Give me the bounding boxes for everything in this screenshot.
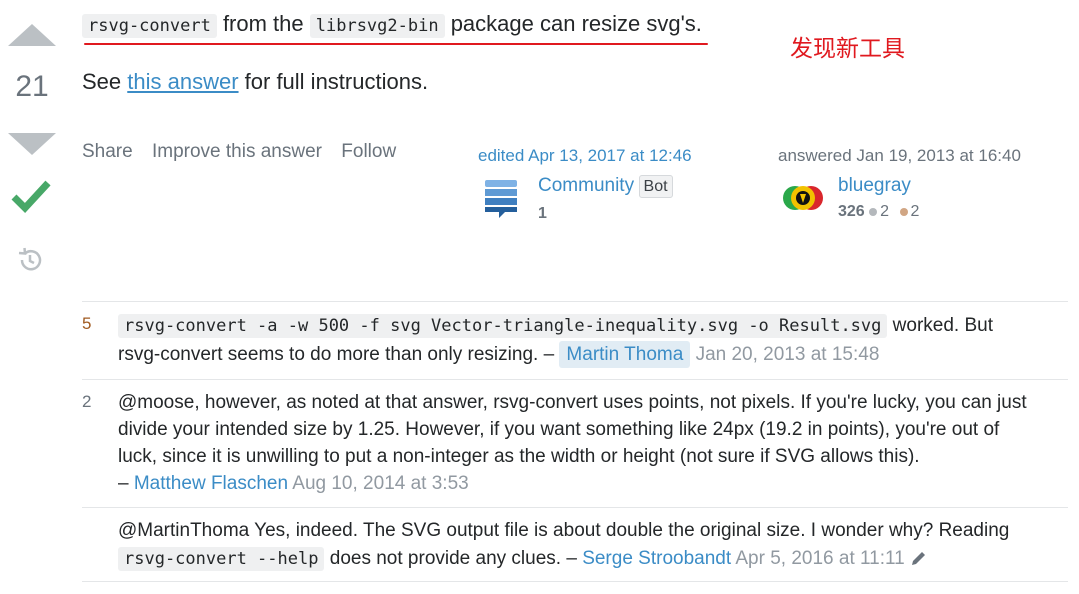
comment-divider bbox=[82, 301, 1068, 302]
bluegray-avatar-icon[interactable] bbox=[779, 180, 827, 216]
comment-user-link[interactable]: Matthew Flaschen bbox=[134, 473, 288, 494]
comment-date[interactable]: Apr 5, 2016 at 11:11 bbox=[735, 548, 904, 569]
silver-badge-icon bbox=[869, 207, 878, 216]
bronze-badge-icon bbox=[899, 207, 908, 216]
this-answer-link[interactable]: this answer bbox=[127, 69, 238, 94]
bluegray-user-link[interactable]: bluegray bbox=[838, 175, 911, 197]
history-icon[interactable] bbox=[16, 246, 44, 274]
vote-count: 21 bbox=[15, 70, 49, 103]
edited-user-block: Community Bot bbox=[538, 175, 673, 198]
answer-line-2: See this answer for full instructions. bbox=[82, 69, 429, 94]
answered-timestamp: answered Jan 19, 2013 at 16:40 bbox=[778, 146, 1021, 165]
comment-score: 5 bbox=[82, 314, 92, 333]
comment-date[interactable]: Jan 20, 2013 at 15:48 bbox=[696, 344, 880, 365]
answer-line-1: rsvg-convert from the librsvg2-bin packa… bbox=[82, 9, 702, 41]
community-avatar-icon bbox=[485, 180, 517, 218]
comment-date[interactable]: Aug 10, 2014 at 3:53 bbox=[292, 473, 468, 494]
comment-user-link[interactable]: Martin Thoma bbox=[559, 341, 691, 368]
community-user-link[interactable]: Community bbox=[538, 175, 634, 196]
reputation: 326 bbox=[838, 203, 865, 220]
inline-code: librsvg2-bin bbox=[309, 14, 445, 38]
comment-1: rsvg-convert -a -w 500 -f svg Vector-tri… bbox=[118, 312, 1063, 368]
pencil-icon bbox=[912, 552, 926, 565]
inline-code: rsvg-convert -a -w 500 -f svg Vector-tri… bbox=[118, 314, 888, 338]
comment-3: @MartinThoma Yes, indeed. The SVG output… bbox=[118, 520, 1010, 571]
accepted-check-icon bbox=[11, 180, 51, 214]
comment-divider bbox=[82, 581, 1068, 582]
edited-user-rep: 1 bbox=[538, 205, 547, 222]
follow-link[interactable]: Follow bbox=[341, 141, 396, 162]
red-annotation-underline bbox=[84, 43, 708, 45]
improve-answer-link[interactable]: Improve this answer bbox=[152, 141, 322, 162]
inline-code: rsvg-convert bbox=[82, 14, 217, 38]
silver-badges: 2 bbox=[869, 203, 889, 220]
edited-timestamp-link[interactable]: edited Apr 13, 2017 at 12:46 bbox=[478, 146, 692, 166]
inline-code: rsvg-convert --help bbox=[118, 547, 325, 571]
comment-score: 2 bbox=[82, 392, 92, 411]
bot-badge: Bot bbox=[638, 175, 673, 198]
share-link[interactable]: Share bbox=[82, 141, 133, 162]
annotation-text: 发现新工具 bbox=[790, 35, 905, 61]
downvote-arrow-icon[interactable] bbox=[8, 133, 56, 155]
post-menu: Share Improve this answer Follow bbox=[82, 141, 410, 163]
upvote-arrow-icon[interactable] bbox=[8, 24, 56, 46]
bronze-badges: 2 bbox=[899, 203, 919, 220]
comment-divider bbox=[82, 507, 1068, 508]
bluegray-user-stats: 326 2 2 bbox=[838, 203, 919, 221]
comment-2: @moose, however, as noted at that answer… bbox=[118, 392, 1027, 494]
comment-divider bbox=[82, 379, 1068, 380]
comment-user-link[interactable]: Serge Stroobandt bbox=[582, 548, 731, 569]
